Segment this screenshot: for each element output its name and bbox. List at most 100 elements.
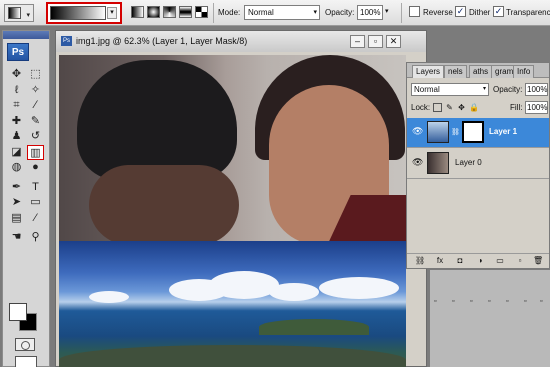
quick-mask-button[interactable] <box>15 338 35 351</box>
fx-icon[interactable]: fx <box>435 256 445 266</box>
fill-input[interactable]: 100% <box>525 101 548 114</box>
angle-gradient-button[interactable] <box>163 6 176 18</box>
lock-label: Lock: <box>411 103 431 112</box>
reverse-checkbox[interactable] <box>409 6 420 17</box>
divider <box>401 3 402 23</box>
chevron-down-icon: ▾ <box>313 9 317 16</box>
blend-mode-value: Normal <box>414 85 440 94</box>
dither-checkbox[interactable]: ✓ <box>455 6 466 17</box>
link-chain-icon[interactable]: ⛓ <box>451 128 460 136</box>
type-tool-icon[interactable]: T <box>27 180 44 195</box>
transparency-label: Transparency <box>506 8 550 17</box>
path-selection-tool-icon[interactable]: ➤ <box>8 195 25 210</box>
gradient-picker[interactable]: ▾ <box>46 2 122 24</box>
maximize-button[interactable]: ▫ <box>368 35 383 48</box>
zoom-tool-icon[interactable]: ⚲ <box>27 230 44 245</box>
new-layer-icon[interactable]: ▫ <box>515 256 525 266</box>
toolbox-grip[interactable] <box>3 31 49 39</box>
mode-select[interactable]: Normal ▾ <box>244 5 320 20</box>
marquee-tool-icon[interactable]: ⬚ <box>27 67 44 82</box>
tab-layers[interactable]: Layers <box>412 65 445 78</box>
lock-transparency-icon[interactable] <box>433 103 442 112</box>
dock-icon[interactable]: ▫ <box>452 298 454 305</box>
eraser-tool-icon[interactable]: ◪ <box>8 145 25 160</box>
dock-icon[interactable]: ▫ <box>540 298 542 305</box>
dock-icon[interactable]: ▫ <box>434 298 436 305</box>
hand-tool-icon[interactable]: ☚ <box>8 230 25 245</box>
fill-label: Fill: <box>510 103 523 112</box>
layer-name: Layer 1 <box>489 127 518 136</box>
tab-channels[interactable]: nels <box>444 65 467 78</box>
layer-opacity-input[interactable]: 100% <box>525 83 548 96</box>
adjustment-layer-icon[interactable]: ◑ <box>475 256 485 266</box>
move-tool-icon[interactable]: ✥ <box>8 67 25 82</box>
minimize-button[interactable]: – <box>350 35 365 48</box>
gradient-swatch[interactable] <box>50 6 106 20</box>
reverse-label: Reverse <box>423 8 453 17</box>
diamond-gradient-button[interactable] <box>195 6 208 18</box>
shape-tool-icon[interactable]: ▭ <box>27 195 44 210</box>
opacity-input[interactable]: 100% <box>357 5 383 20</box>
layer-row[interactable]: 👁 ⛓ Layer 1 <box>407 118 549 148</box>
clone-stamp-tool-icon[interactable]: ♟ <box>8 129 25 144</box>
blur-tool-icon[interactable]: ◍ <box>8 160 25 175</box>
layer-mask-thumbnail[interactable] <box>462 121 484 143</box>
crop-tool-icon[interactable]: ⌗ <box>8 98 25 113</box>
brush-tool-icon[interactable]: ✎ <box>27 114 44 129</box>
gradient-tool-icon[interactable]: ▥ <box>27 144 44 160</box>
lock-image-icon[interactable]: ✎ <box>445 103 454 112</box>
portrait-photo <box>59 55 406 241</box>
blend-mode-select[interactable]: Normal ▾ <box>411 83 489 96</box>
dock-icon[interactable]: ▫ <box>470 298 472 305</box>
delete-layer-icon[interactable]: 🗑 <box>533 256 543 266</box>
screen-mode-button[interactable] <box>15 356 37 367</box>
image-canvas[interactable] <box>59 55 406 367</box>
visibility-eye-icon[interactable]: 👁 <box>412 127 423 136</box>
notes-tool-icon[interactable]: ▤ <box>8 211 25 226</box>
dodge-tool-icon[interactable]: ● <box>27 160 44 175</box>
layer-opacity-label: Opacity: <box>493 85 523 94</box>
opacity-arrow-icon[interactable]: ▾ <box>385 7 389 15</box>
reflected-gradient-button[interactable] <box>179 6 192 18</box>
magic-wand-tool-icon[interactable]: ✧ <box>27 83 44 98</box>
healing-brush-tool-icon[interactable]: ✚ <box>8 114 25 129</box>
tab-paths[interactable]: aths <box>469 65 493 78</box>
gradient-preset-icon <box>8 7 21 19</box>
layers-panel: Layers nels aths gram Info Normal ▾ Opac… <box>406 62 550 269</box>
layer-thumbnail <box>427 121 449 143</box>
lock-position-icon[interactable]: ✥ <box>457 103 466 112</box>
new-group-icon[interactable]: ▭ <box>495 256 505 266</box>
photoshop-logo[interactable]: Ps <box>7 43 29 61</box>
mode-label: Mode: <box>218 8 241 17</box>
visibility-eye-icon[interactable]: 👁 <box>412 158 423 167</box>
document-title: img1.jpg @ 62.3% (Layer 1, Layer Mask/8) <box>76 36 248 46</box>
opacity-label: Opacity: <box>325 8 355 17</box>
eyedropper-tool-icon[interactable]: ⁄ <box>27 211 44 226</box>
layer-name: Layer 0 <box>455 158 482 167</box>
add-mask-icon[interactable]: ◘ <box>455 256 465 266</box>
tool-preset-picker[interactable]: ▾ <box>4 4 34 22</box>
layer-row[interactable]: 👁 Layer 0 <box>407 149 549 179</box>
linear-gradient-button[interactable] <box>131 6 144 18</box>
pen-tool-icon[interactable]: ✒ <box>8 180 25 195</box>
radial-gradient-button[interactable] <box>147 6 160 18</box>
dock-icon[interactable]: ▫ <box>524 298 526 305</box>
tab-info[interactable]: Info <box>513 65 535 78</box>
transparency-checkbox[interactable]: ✓ <box>493 6 504 17</box>
link-layers-icon[interactable]: ⛓ <box>415 256 425 266</box>
history-brush-tool-icon[interactable]: ↺ <box>27 129 44 144</box>
layers-bottom-bar: ⛓ fx ◘ ◑ ▭ ▫ 🗑 <box>407 253 549 267</box>
mode-value: Normal <box>248 8 274 17</box>
dither-label: Dither <box>469 8 491 17</box>
slice-tool-icon[interactable]: ∕ <box>27 98 44 113</box>
lock-all-icon[interactable]: 🔒 <box>469 103 479 112</box>
layer-thumbnail <box>427 152 449 174</box>
panel-dock-area: ▫ ▫ ▫ ▫ ▫ ▫ ▫ <box>430 270 550 367</box>
dock-icon[interactable]: ▫ <box>488 298 490 305</box>
lasso-tool-icon[interactable]: ℓ <box>8 83 25 98</box>
close-button[interactable]: ✕ <box>386 35 401 48</box>
document-titlebar[interactable]: Ps img1.jpg @ 62.3% (Layer 1, Layer Mask… <box>56 31 426 52</box>
chevron-down-icon[interactable]: ▾ <box>107 7 117 19</box>
dock-icon[interactable]: ▫ <box>506 298 508 305</box>
foreground-color-swatch[interactable] <box>9 303 27 321</box>
